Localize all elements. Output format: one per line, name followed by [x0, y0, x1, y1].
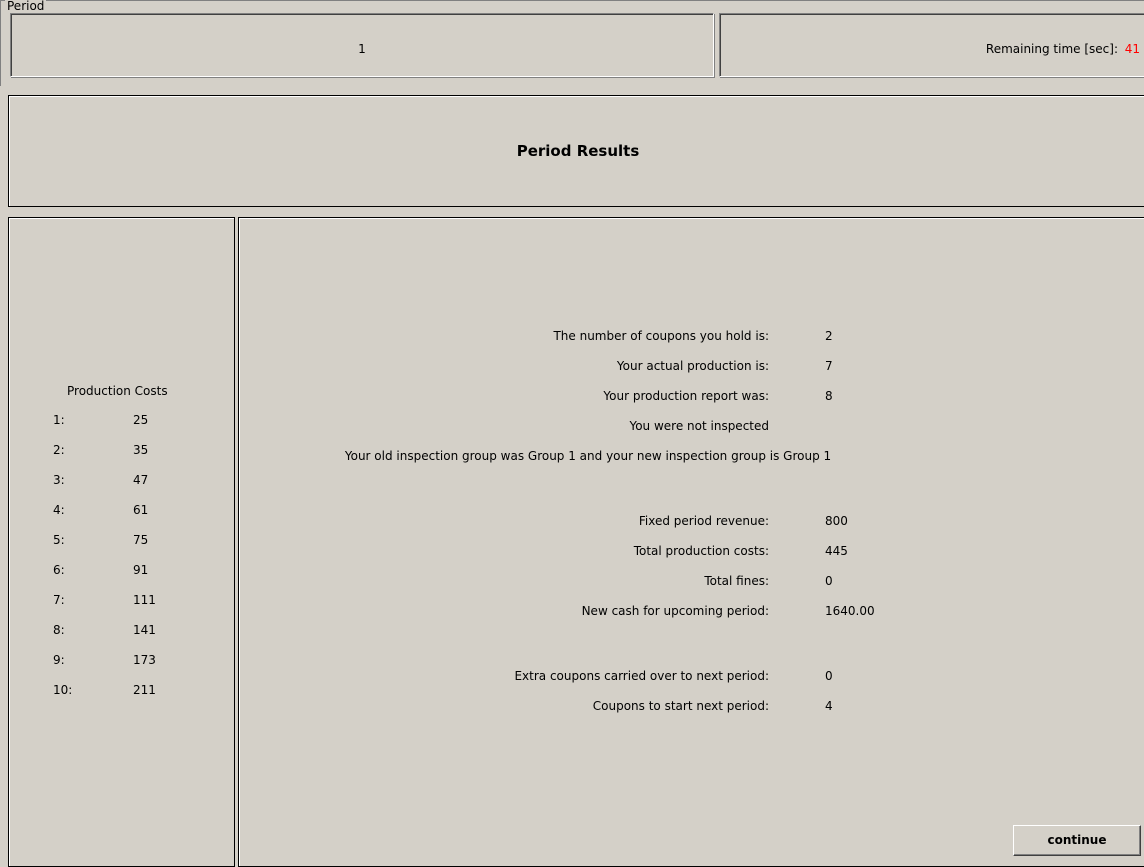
actual-production-label: Your actual production is:	[616, 359, 769, 373]
cost-value: 91	[133, 563, 149, 577]
new-cash-label: New cash for upcoming period:	[581, 604, 769, 618]
coupons-held-value: 2	[825, 329, 833, 343]
cost-index: 3:	[53, 473, 65, 487]
actual-production-value: 7	[825, 359, 833, 373]
continue-button[interactable]: continue	[1013, 825, 1141, 856]
remaining-time-field: Remaining time [sec]: 41	[719, 13, 1144, 77]
next-coupons-value: 4	[825, 699, 833, 713]
cost-index: 10:	[53, 683, 73, 697]
cost-value: 211	[133, 683, 156, 697]
cost-value: 61	[133, 503, 149, 517]
cost-index: 9:	[53, 653, 65, 667]
extra-coupons-value: 0	[825, 669, 833, 683]
period-field: 1	[10, 13, 714, 77]
remaining-time-label: Remaining time [sec]:	[985, 42, 1118, 56]
cost-index: 8:	[53, 623, 65, 637]
results-panel: The number of coupons you hold is: 2 You…	[238, 217, 1144, 867]
production-costs-title: Production Costs	[67, 384, 168, 398]
cost-index: 7:	[53, 593, 65, 607]
coupons-held-label: The number of coupons you hold is:	[553, 329, 769, 343]
remaining-time-value: 41	[1124, 42, 1140, 56]
fixed-revenue-value: 800	[825, 514, 848, 528]
cost-value: 25	[133, 413, 149, 427]
cost-value: 111	[133, 593, 156, 607]
cost-index: 2:	[53, 443, 65, 457]
new-cash-value: 1640.00	[825, 604, 875, 618]
total-fines-label: Total fines:	[704, 574, 769, 588]
cost-index: 1:	[53, 413, 65, 427]
fixed-revenue-label: Fixed period revenue:	[638, 514, 769, 528]
extra-coupons-label: Extra coupons carried over to next perio…	[514, 669, 769, 683]
production-report-value: 8	[825, 389, 833, 403]
page-title: Period Results	[516, 142, 640, 160]
total-fines-value: 0	[825, 574, 833, 588]
production-costs-panel: Production Costs 1: 25 2: 35 3: 47 4: 61…	[8, 217, 235, 867]
cost-value: 141	[133, 623, 156, 637]
production-report-label: Your production report was:	[603, 389, 769, 403]
cost-index: 6:	[53, 563, 65, 577]
period-group-title: Period	[5, 0, 47, 13]
cost-index: 4:	[53, 503, 65, 517]
total-costs-label: Total production costs:	[633, 544, 769, 558]
inspection-group-message: Your old inspection group was Group 1 an…	[344, 449, 832, 463]
inspection-status: You were not inspected	[629, 419, 769, 433]
cost-value: 75	[133, 533, 149, 547]
cost-value: 173	[133, 653, 156, 667]
header-panel: Period Results	[8, 95, 1144, 207]
cost-value: 35	[133, 443, 149, 457]
cost-index: 5:	[53, 533, 65, 547]
next-coupons-label: Coupons to start next period:	[592, 699, 769, 713]
period-value: 1	[358, 42, 366, 56]
total-costs-value: 445	[825, 544, 848, 558]
cost-value: 47	[133, 473, 149, 487]
